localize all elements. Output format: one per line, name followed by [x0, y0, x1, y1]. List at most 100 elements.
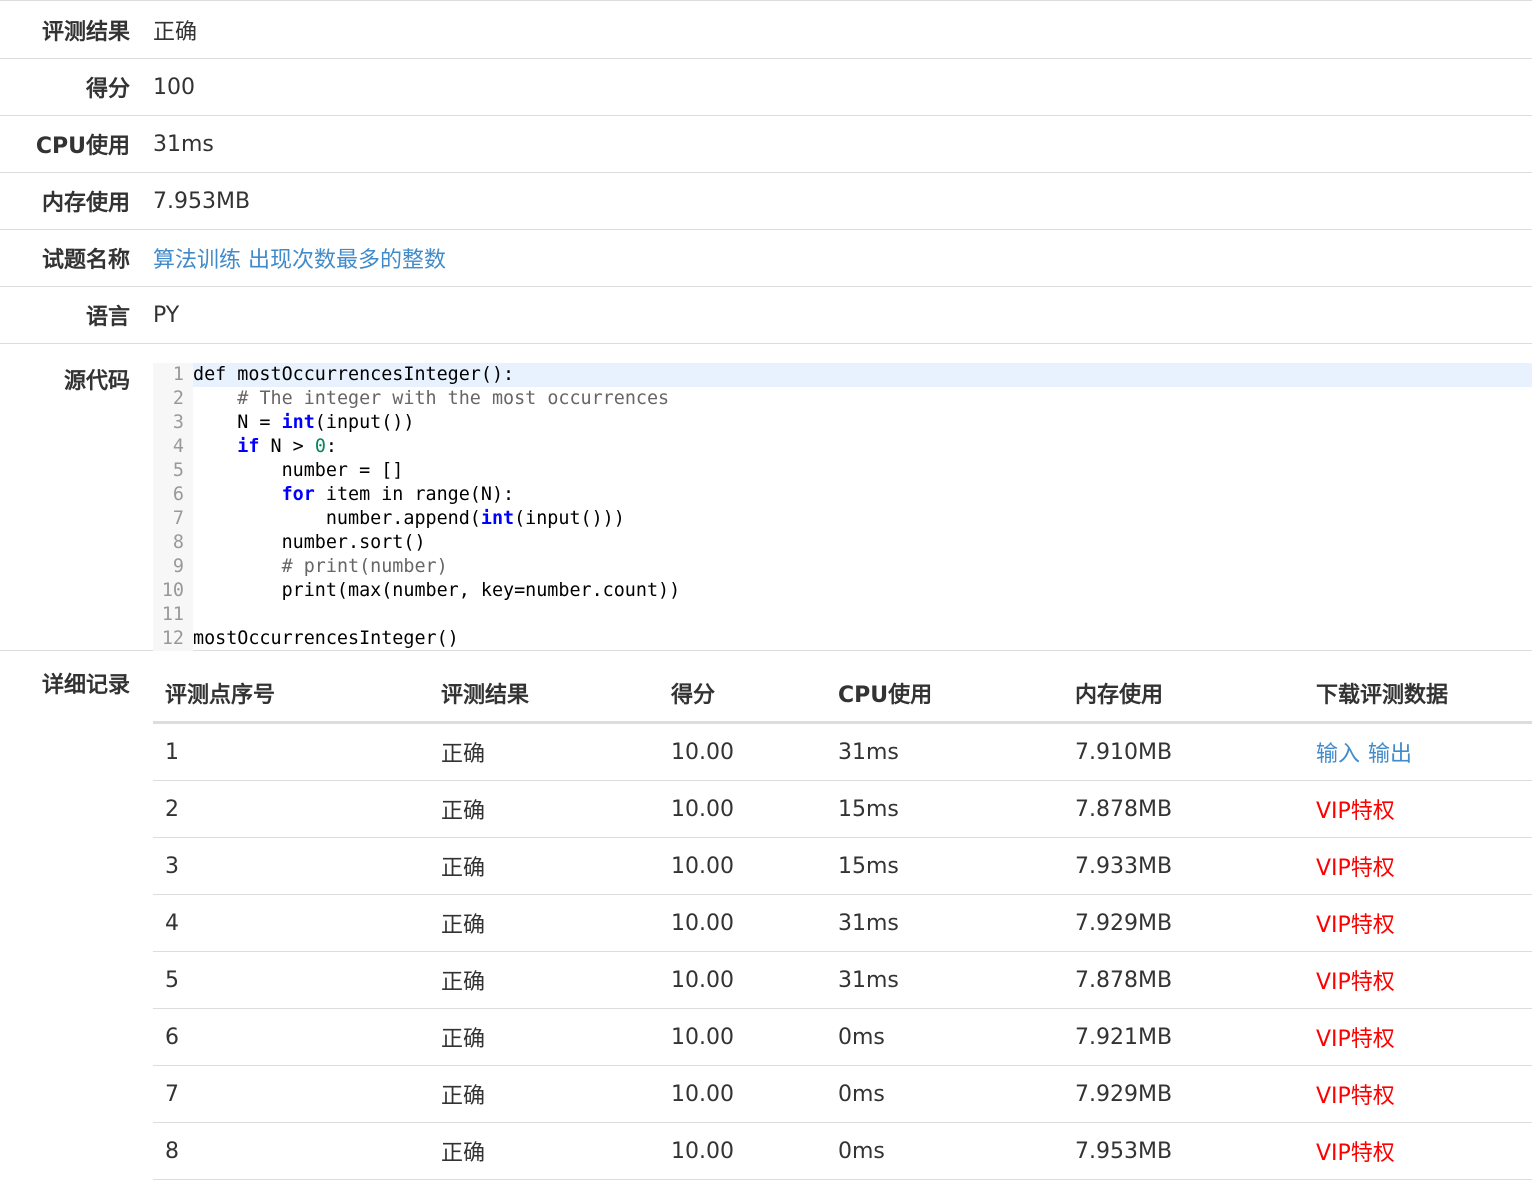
- cell-download: VIP特权: [1304, 894, 1532, 952]
- col-header-cpu: CPU使用: [826, 665, 1063, 724]
- cell-memory: 7.953MB: [1063, 1122, 1304, 1180]
- cell-download: VIP特权: [1304, 1065, 1532, 1123]
- cell-memory: 7.878MB: [1063, 951, 1304, 1009]
- cell-score: 10.00: [659, 1008, 826, 1066]
- vip-badge: VIP特权: [1316, 856, 1395, 881]
- cell-memory: 7.921MB: [1063, 1008, 1304, 1066]
- table-row: 5 正确 10.00 31ms 7.878MB VIP特权: [153, 951, 1532, 1009]
- cell-download: VIP特权: [1304, 951, 1532, 1009]
- memory-label: 内存使用: [41, 191, 130, 216]
- cell-cpu: 0ms: [826, 1122, 1063, 1180]
- cell-download: VIP特权: [1304, 837, 1532, 895]
- table-row: 8 正确 10.00 0ms 7.953MB VIP特权: [153, 1122, 1532, 1180]
- details-row: 详细记录 评测点序号 评测结果 得分 CPU使用 内存使用 下载评测数据 1 正…: [0, 651, 1532, 1180]
- code-line: 10 print(max(number, key=number.count)): [153, 579, 1532, 603]
- cell-cpu: 0ms: [826, 1065, 1063, 1123]
- summary-panel: 评测结果 正确 得分 100 CPU使用 31ms 内存使用 7.953MB 试…: [0, 0, 1532, 1180]
- vip-badge: VIP特权: [1316, 1027, 1395, 1052]
- cell-score: 10.00: [659, 780, 826, 838]
- language-row: 语言 PY: [0, 287, 1532, 344]
- cell-score: 10.00: [659, 894, 826, 952]
- cell-score: 10.00: [659, 722, 826, 781]
- vip-badge: VIP特权: [1316, 799, 1395, 824]
- cell-memory: 7.910MB: [1063, 722, 1304, 781]
- cell-id: 7: [153, 1065, 429, 1123]
- cell-id: 2: [153, 780, 429, 838]
- col-header-memory: 内存使用: [1063, 665, 1304, 724]
- cell-result: 正确: [429, 951, 659, 1009]
- result-row: 评测结果 正确: [0, 0, 1532, 59]
- cell-cpu: 15ms: [826, 837, 1063, 895]
- cell-memory: 7.933MB: [1063, 837, 1304, 895]
- cell-id: 4: [153, 894, 429, 952]
- language-label: 语言: [85, 305, 130, 330]
- cell-result: 正确: [429, 894, 659, 952]
- cell-id: 5: [153, 951, 429, 1009]
- cell-result: 正确: [429, 1008, 659, 1066]
- code-line: 9 # print(number): [153, 555, 1532, 579]
- cell-download: VIP特权: [1304, 1122, 1532, 1180]
- cell-result: 正确: [429, 837, 659, 895]
- output-download-link[interactable]: 输出: [1368, 742, 1412, 767]
- cpu-value: 31ms: [153, 131, 214, 157]
- col-header-download: 下载评测数据: [1304, 665, 1532, 724]
- cell-score: 10.00: [659, 1065, 826, 1123]
- col-header-score: 得分: [659, 665, 826, 724]
- cell-score: 10.00: [659, 1122, 826, 1180]
- details-table: 评测点序号 评测结果 得分 CPU使用 内存使用 下载评测数据 1 正确 10.…: [153, 665, 1532, 1180]
- table-row: 1 正确 10.00 31ms 7.910MB 输入 输出: [153, 722, 1532, 781]
- memory-row: 内存使用 7.953MB: [0, 173, 1532, 230]
- cell-cpu: 31ms: [826, 951, 1063, 1009]
- cell-download: 输入 输出: [1304, 722, 1532, 781]
- code-editor[interactable]: 1 def mostOccurrencesInteger(): 2 # The i…: [153, 363, 1532, 651]
- problem-link[interactable]: 算法训练 出现次数最多的整数: [153, 248, 446, 273]
- cell-result: 正确: [429, 780, 659, 838]
- code-line: 12 mostOccurrencesInteger(): [153, 627, 1532, 651]
- details-label: 详细记录: [41, 673, 130, 698]
- result-value: 正确: [153, 19, 198, 45]
- code-line: 3 N = int(input()): [153, 411, 1532, 435]
- code-line: 4 if N > 0:: [153, 435, 1532, 459]
- vip-badge: VIP特权: [1316, 1084, 1395, 1109]
- problem-label: 试题名称: [41, 248, 130, 273]
- vip-badge: VIP特权: [1316, 1141, 1395, 1166]
- table-row: 4 正确 10.00 31ms 7.929MB VIP特权: [153, 894, 1532, 952]
- table-row: 6 正确 10.00 0ms 7.921MB VIP特权: [153, 1008, 1532, 1066]
- score-value: 100: [153, 74, 195, 100]
- cell-score: 10.00: [659, 951, 826, 1009]
- score-row: 得分 100: [0, 59, 1532, 116]
- table-row: 2 正确 10.00 15ms 7.878MB VIP特权: [153, 780, 1532, 838]
- col-header-result: 评测结果: [429, 665, 659, 724]
- source-code-label: 源代码: [63, 369, 130, 394]
- code-line: 1 def mostOccurrencesInteger():: [153, 363, 1532, 387]
- cell-id: 8: [153, 1122, 429, 1180]
- cpu-label: CPU使用: [35, 134, 130, 159]
- problem-row: 试题名称 算法训练 出现次数最多的整数: [0, 230, 1532, 287]
- cell-id: 1: [153, 722, 429, 781]
- cpu-row: CPU使用 31ms: [0, 116, 1532, 173]
- code-line: 6 for item in range(N):: [153, 483, 1532, 507]
- result-label: 评测结果: [41, 19, 130, 45]
- code-line: 7 number.append(int(input())): [153, 507, 1532, 531]
- code-line: 2 # The integer with the most occurrence…: [153, 387, 1532, 411]
- vip-badge: VIP特权: [1316, 970, 1395, 995]
- cell-cpu: 31ms: [826, 894, 1063, 952]
- table-row: 3 正确 10.00 15ms 7.933MB VIP特权: [153, 837, 1532, 895]
- cell-cpu: 31ms: [826, 722, 1063, 781]
- cell-cpu: 0ms: [826, 1008, 1063, 1066]
- memory-value: 7.953MB: [153, 188, 251, 214]
- cell-score: 10.00: [659, 837, 826, 895]
- cell-memory: 7.878MB: [1063, 780, 1304, 838]
- cell-result: 正确: [429, 1065, 659, 1123]
- cell-result: 正确: [429, 1122, 659, 1180]
- cell-result: 正确: [429, 722, 659, 781]
- cell-download: VIP特权: [1304, 780, 1532, 838]
- vip-badge: VIP特权: [1316, 913, 1395, 938]
- cell-memory: 7.929MB: [1063, 894, 1304, 952]
- source-code-row: 源代码 1 def mostOccurrencesInteger(): 2 # T…: [0, 344, 1532, 651]
- language-value: PY: [153, 302, 180, 328]
- cell-cpu: 15ms: [826, 780, 1063, 838]
- score-label: 得分: [85, 77, 130, 102]
- input-download-link[interactable]: 输入: [1316, 742, 1360, 767]
- cell-id: 6: [153, 1008, 429, 1066]
